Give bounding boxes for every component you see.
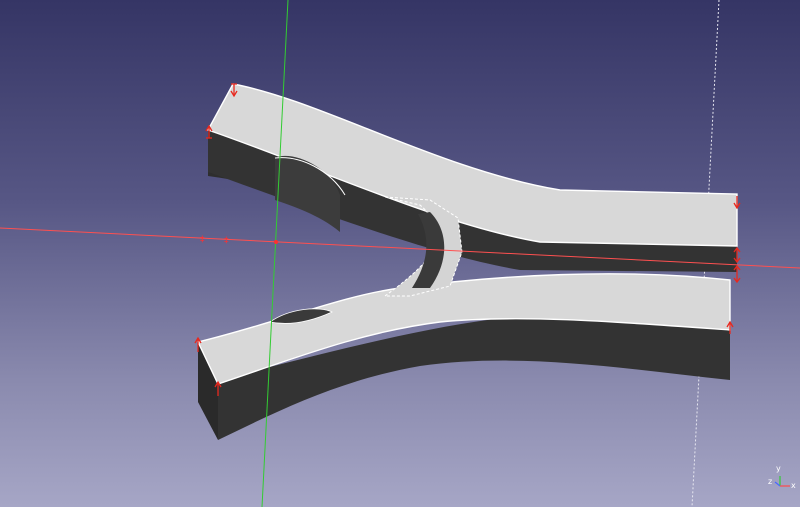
view-indicator-z-label: z: [768, 477, 773, 486]
view-indicator-x-label: x: [791, 481, 796, 490]
axis-cross-icon: [774, 476, 790, 487]
view-indicator-y-label: y: [776, 464, 781, 473]
origin-mark-2: ‡: [224, 236, 229, 246]
origin-point-icon[interactable]: [274, 240, 278, 244]
model-scene[interactable]: ‡ ‡: [0, 0, 800, 507]
y-axis-line: [261, 0, 289, 507]
origin-mark-1: ‡: [200, 235, 205, 245]
constraint-arrow-icon[interactable]: [733, 264, 741, 284]
3d-viewport[interactable]: ‡ ‡ y x z: [0, 0, 800, 507]
